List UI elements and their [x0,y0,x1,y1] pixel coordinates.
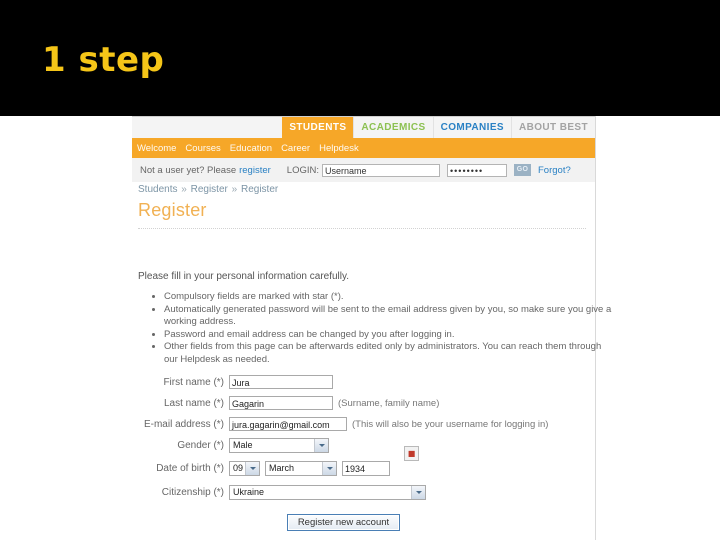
birth-day-value: 09 [233,462,244,473]
login-bar: Not a user yet? Please register LOGIN: U… [132,158,595,182]
birth-month-value: March [269,462,295,473]
gender-row: Gender (*) Male [132,437,595,453]
last-name-row: Last name (*) Gagarin (Surname, family n… [132,395,595,411]
slide: 1 step STUDENTS ACADEMICS COMPANIES ABOU… [0,0,720,540]
email-row: E-mail address (*) jura.gagarin@gmail.co… [132,416,595,432]
first-name-row: First name (*) Jura [132,374,595,390]
email-label: E-mail address (*) [143,418,224,430]
password-input[interactable]: •••••••• [447,163,507,177]
date-of-birth-label: Date of birth (*) [156,462,224,474]
page-title: Register [138,200,207,220]
calendar-icon[interactable]: ■ [404,446,419,461]
tab-academics-label: ACADEMICS [361,122,426,133]
instructions-list: Compulsory fields are marked with star (… [138,291,616,366]
first-name-input[interactable]: Jura [229,375,333,389]
login-label: LOGIN: [286,164,319,176]
chevron-down-icon [411,485,425,499]
tab-students[interactable]: STUDENTS [282,117,354,138]
breadcrumb-separator-1: » [181,184,187,195]
sub-navigation: Welcome Courses Education Career Helpdes… [132,138,595,158]
citizenship-select[interactable]: Ukraine [229,484,426,500]
submit-row: Register new account [132,514,595,531]
first-name-label: First name (*) [163,376,224,388]
tab-companies[interactable]: COMPANIES [432,117,511,138]
tab-companies-label: COMPANIES [440,122,504,133]
register-new-account-button[interactable]: Register new account [286,514,401,531]
username-input[interactable]: Username [322,163,440,177]
heading-divider [138,228,586,229]
tab-about-best[interactable]: ABOUT BEST [511,117,595,138]
last-name-input[interactable]: Gagarin [229,396,333,410]
broken-image-x-icon: ■ [407,448,416,458]
gender-label: Gender (*) [177,439,224,451]
email-input[interactable]: jura.gagarin@gmail.com [229,417,347,431]
slide-banner: 1 step [0,0,720,116]
website-page: STUDENTS ACADEMICS COMPANIES ABOUT BEST … [132,116,611,540]
breadcrumb: Students » Register » Register [138,184,278,195]
breadcrumb-item-students[interactable]: Students [138,184,177,195]
slide-title: 1 step [42,40,165,80]
date-of-birth-row: Date of birth (*) 09 March 1934 ■ [132,446,595,478]
chevron-down-icon [245,461,259,475]
birth-year-input[interactable]: 1934 [342,460,390,476]
intro-text: Please fill in your personal information… [138,271,350,282]
citizenship-row: Citizenship (*) Ukraine [132,484,595,500]
gender-select-value: Male [233,439,253,450]
subnav-item-welcome[interactable]: Welcome [137,143,176,154]
subnav-item-career[interactable]: Career [281,143,310,154]
birth-month-select[interactable]: March [265,460,337,476]
list-item: Automatically generated password will be… [164,304,616,329]
birth-day-select[interactable]: 09 [229,460,260,476]
list-item: Compulsory fields are marked with star (… [164,291,616,304]
tab-academics[interactable]: ACADEMICS [353,117,433,138]
list-item: Other fields from this page can be after… [164,341,616,366]
citizenship-select-value: Ukraine [233,486,265,497]
chevron-down-icon [314,438,328,452]
forgot-password-link[interactable]: Forgot? [538,165,571,176]
register-prompt: Not a user yet? Please [140,164,237,176]
browser-screenshot: STUDENTS ACADEMICS COMPANIES ABOUT BEST … [0,116,720,540]
list-item: Password and email address can be change… [164,329,616,342]
main-tabs: STUDENTS ACADEMICS COMPANIES ABOUT BEST [132,117,595,138]
breadcrumb-separator-2: » [231,184,238,195]
subnav-item-courses[interactable]: Courses [185,143,220,154]
chevron-down-icon [322,461,336,475]
breadcrumb-item-register-current: Register [240,184,279,195]
tab-about-best-label: ABOUT BEST [519,122,588,133]
gender-select[interactable]: Male [229,437,329,453]
last-name-label: Last name (*) [163,397,224,409]
subnav-item-education[interactable]: Education [230,143,272,154]
login-go-button[interactable]: GO [514,164,531,176]
breadcrumb-item-register[interactable]: Register [191,184,228,195]
register-link[interactable]: register [239,165,271,176]
last-name-hint: (Surname, family name) [338,397,440,409]
tab-students-label: STUDENTS [289,122,347,133]
registration-form: First name (*) Jura Last name (*) Gagari… [132,374,595,531]
email-hint: (This will also be your username for log… [352,418,549,430]
subnav-item-helpdesk[interactable]: Helpdesk [319,143,359,154]
citizenship-label: Citizenship (*) [161,486,224,498]
